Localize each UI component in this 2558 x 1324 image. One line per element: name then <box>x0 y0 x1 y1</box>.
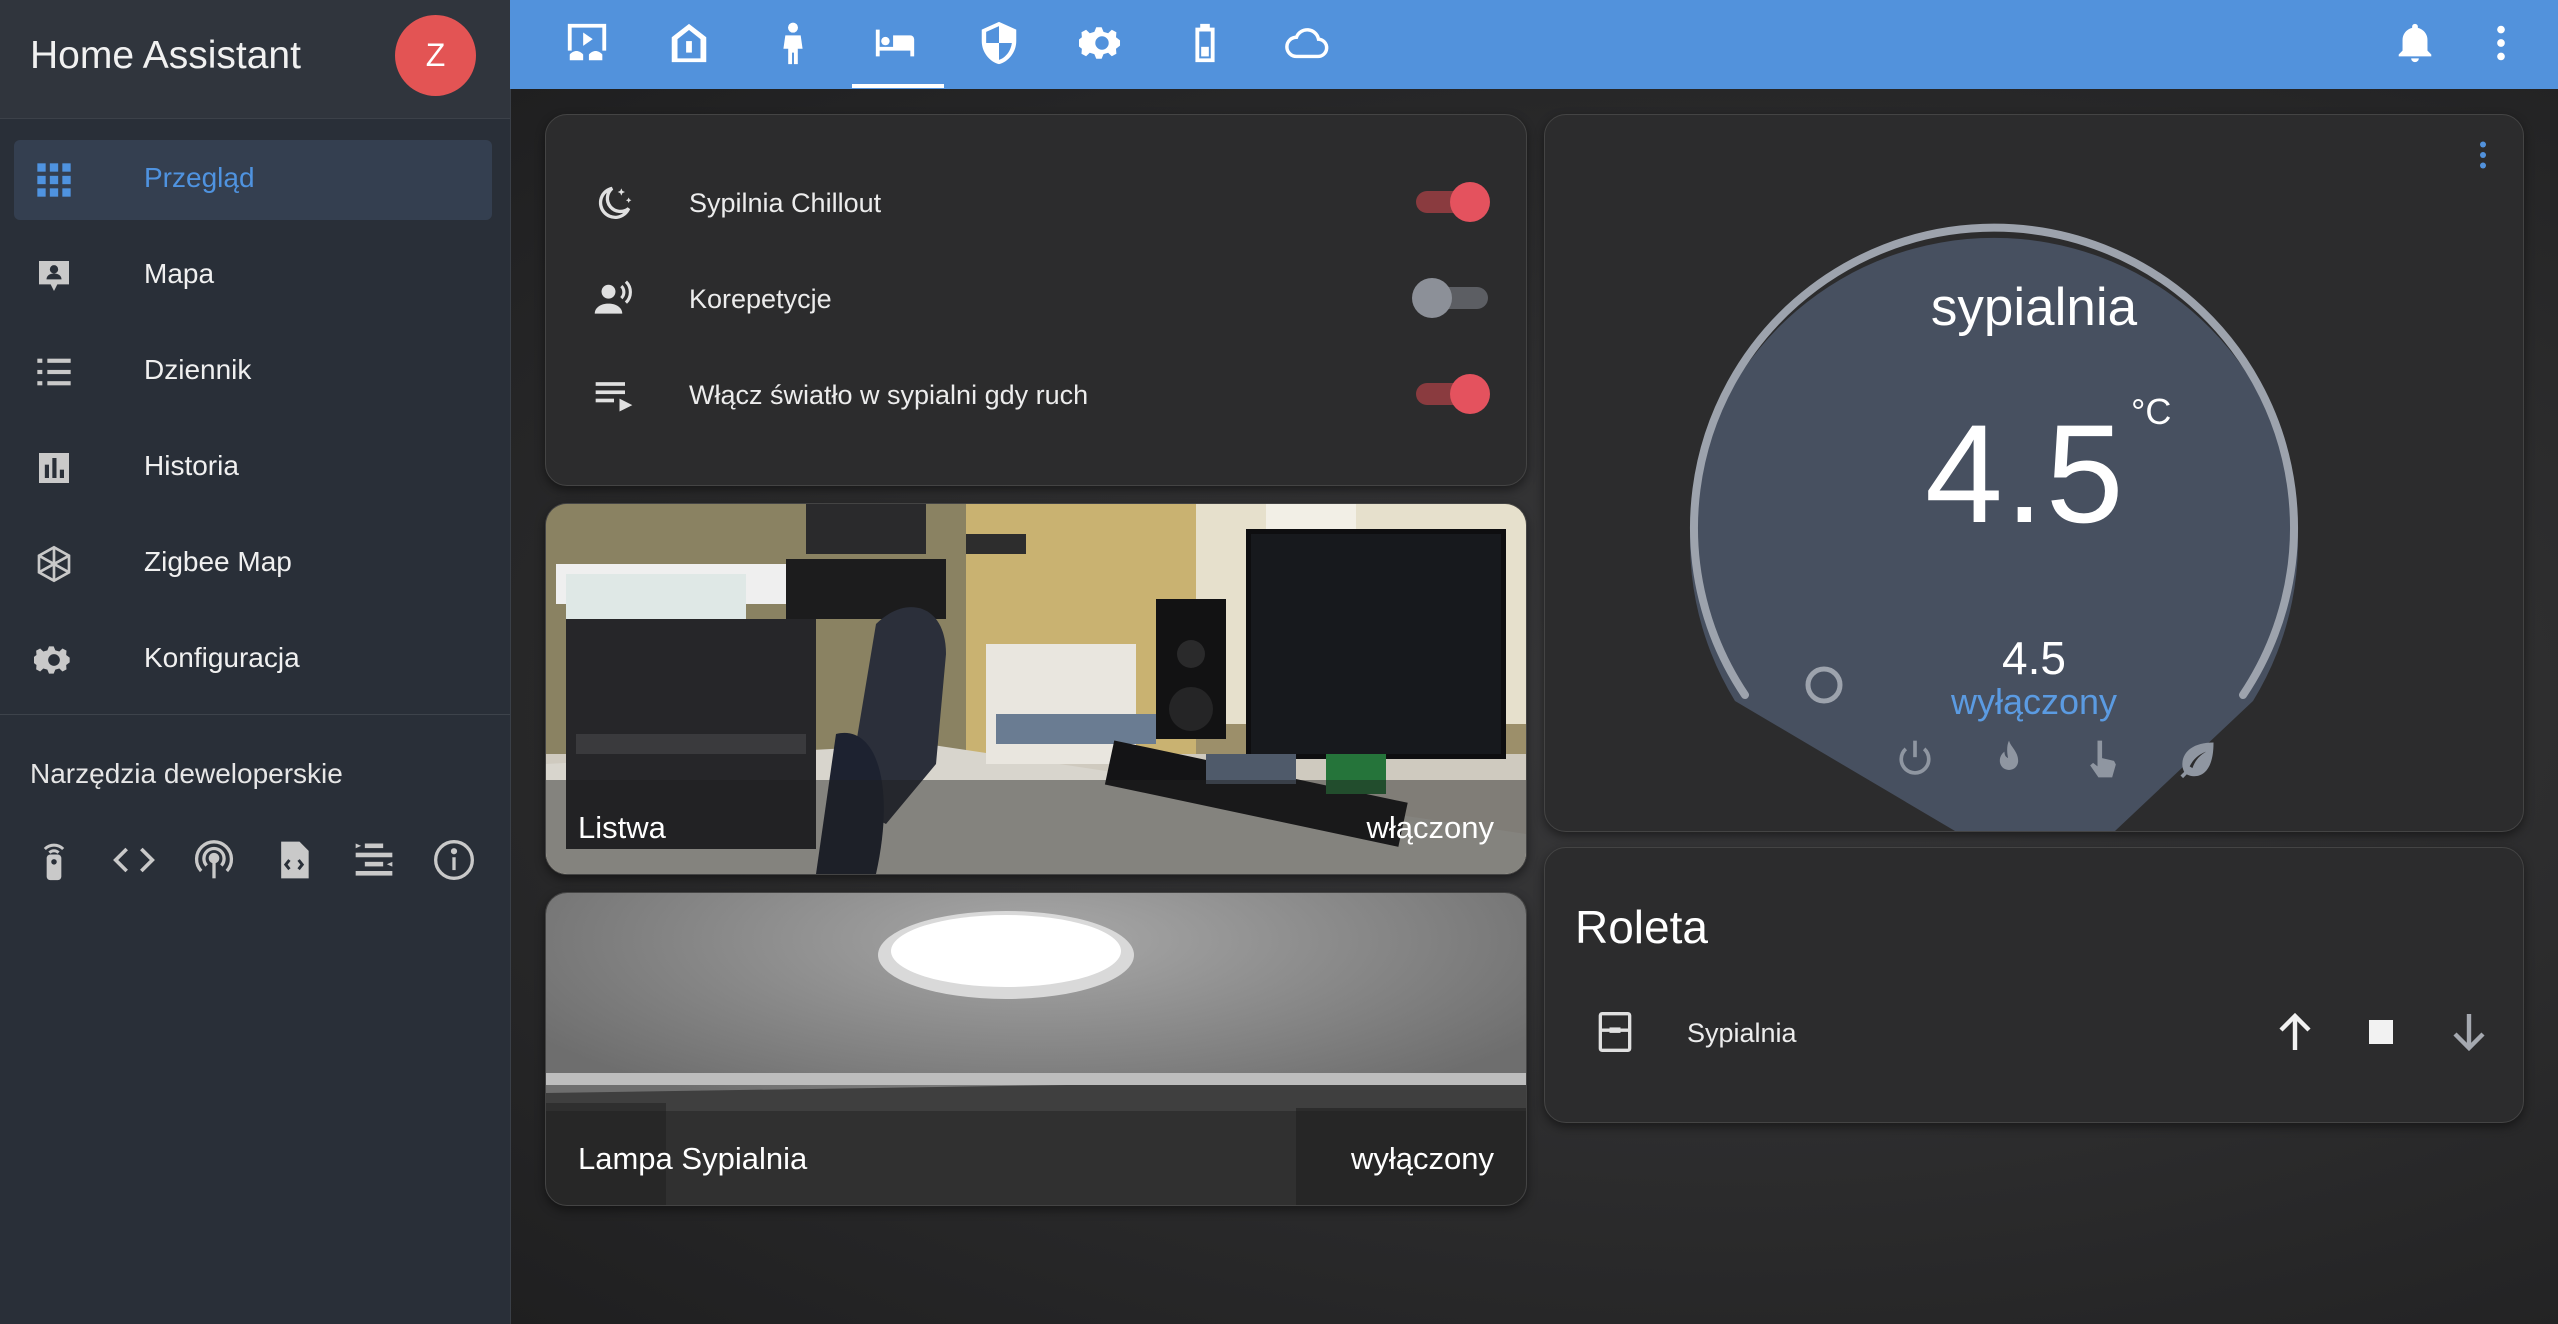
code-icon[interactable] <box>112 838 156 882</box>
entity-row[interactable]: Sypilnia Chillout <box>546 167 1526 237</box>
sidebar-item-label: Zigbee Map <box>144 546 292 577</box>
bell-icon[interactable] <box>2392 20 2438 66</box>
picture-card-listwa[interactable]: Listwa włączony <box>545 503 1527 875</box>
arrow-up-icon[interactable] <box>2271 1008 2319 1056</box>
hand-pointer-icon[interactable] <box>2081 737 2125 781</box>
sidebar-item-historia[interactable]: Historia <box>14 428 492 508</box>
map-account-icon <box>39 261 69 291</box>
leaf-icon[interactable] <box>2175 737 2219 781</box>
target-temperature: 4.5 <box>2002 632 2066 684</box>
toggle-switch[interactable] <box>1412 278 1488 318</box>
sidebar-item-mapa[interactable]: Mapa <box>14 236 492 316</box>
sidebar-item-label: Przegląd <box>144 162 255 193</box>
sidebar-item-label: Konfiguracja <box>144 642 300 673</box>
shield-icon[interactable] <box>976 20 1022 66</box>
info-icon[interactable] <box>432 838 476 882</box>
sidebar-item-label: Historia <box>144 450 239 481</box>
more-vert-icon[interactable] <box>2465 133 2501 177</box>
thermostat-name: sypialnia <box>1930 278 2138 337</box>
entity-state: włączony <box>1366 810 1495 845</box>
app-title: Home Assistant <box>30 34 301 77</box>
home-icon[interactable] <box>666 20 712 66</box>
sidebar-item-label: Dziennik <box>144 354 252 385</box>
chart-bar-icon <box>39 453 69 483</box>
card-title: Roleta <box>1575 901 1708 953</box>
battery-icon[interactable] <box>1182 20 1228 66</box>
cover-card: Roleta Sypialnia <box>1544 847 2524 1123</box>
person-icon[interactable] <box>770 20 816 66</box>
toggle-knob <box>1412 278 1452 318</box>
account-voice-icon <box>594 280 632 314</box>
toggle-knob <box>1450 374 1490 414</box>
broadcast-icon[interactable] <box>192 838 236 882</box>
file-code-icon[interactable] <box>272 838 316 882</box>
sidebar-divider <box>0 714 510 715</box>
playlist-play-icon <box>595 382 633 412</box>
gear-icon <box>34 646 70 674</box>
entities-card: Sypilnia Chillout Korepetycje Włącz świa… <box>545 114 1527 486</box>
toggle-switch[interactable] <box>1416 374 1490 414</box>
thermostat-card: sypialnia 4.5 °C 4.5 wyłączony <box>1544 114 2524 832</box>
entity-label: Sypilnia Chillout <box>689 188 882 218</box>
hexagon-network-icon <box>37 545 71 583</box>
sidebar-item-dziennik[interactable]: Dziennik <box>14 332 492 412</box>
cloud-icon[interactable] <box>1284 20 1330 66</box>
grid-icon <box>37 163 71 197</box>
media-icon[interactable] <box>564 20 610 66</box>
list-icon <box>37 358 71 386</box>
picture-card-footer: Listwa włączony <box>546 780 1526 874</box>
entity-label: Korepetycje <box>689 284 832 314</box>
bed-icon[interactable] <box>872 20 918 66</box>
toggle-knob <box>1450 182 1490 222</box>
more-vert-icon[interactable] <box>2478 20 2524 66</box>
toggle-switch[interactable] <box>1416 182 1490 222</box>
entity-state: wyłączony <box>1351 1141 1494 1176</box>
entity-row[interactable]: Korepetycje <box>546 263 1526 333</box>
moon-stars-icon <box>598 186 632 219</box>
entity-row[interactable]: Włącz światło w sypialni gdy ruch <box>546 359 1526 429</box>
sidebar-item-przeglad[interactable]: Przegląd <box>14 140 492 220</box>
hvac-state: wyłączony <box>1950 681 2118 722</box>
arrow-down-icon[interactable] <box>2445 1008 2493 1056</box>
picture-card-footer: Lampa Sypialnia wyłączony <box>546 1111 1526 1205</box>
sidebar-item-konfiguracja[interactable]: Konfiguracja <box>14 620 492 700</box>
window-shutter-icon <box>1598 1012 1632 1052</box>
entity-name: Lampa Sypialnia <box>578 1141 808 1176</box>
picture-card-lampa[interactable]: Lampa Sypialnia wyłączony <box>545 892 1527 1206</box>
sidebar-item-label: Mapa <box>144 258 215 289</box>
stop-icon[interactable] <box>2357 1008 2405 1056</box>
fire-icon[interactable] <box>1987 737 2031 781</box>
sidebar-item-zigbee-map[interactable]: Zigbee Map <box>14 524 492 604</box>
top-app-bar <box>510 0 2558 89</box>
dev-tools-title: Narzędzia deweloperskie <box>30 758 343 789</box>
user-avatar[interactable]: Z <box>395 15 476 96</box>
temperature-unit: °C <box>2131 391 2172 432</box>
template-icon[interactable] <box>352 838 396 882</box>
current-temperature: 4.5 <box>1925 395 2126 552</box>
entity-name: Listwa <box>578 810 666 845</box>
power-icon[interactable] <box>1893 737 1937 781</box>
entity-label: Sypialnia <box>1687 1018 1797 1048</box>
entity-label: Włącz światło w sypialni gdy ruch <box>689 380 1089 410</box>
sidebar: Home Assistant Z Przegląd Mapa Dziennik … <box>0 0 511 1324</box>
remote-icon[interactable] <box>32 838 76 882</box>
active-tab-indicator <box>852 84 944 88</box>
gear-icon[interactable] <box>1079 20 1125 66</box>
sidebar-header: Home Assistant Z <box>0 0 510 119</box>
